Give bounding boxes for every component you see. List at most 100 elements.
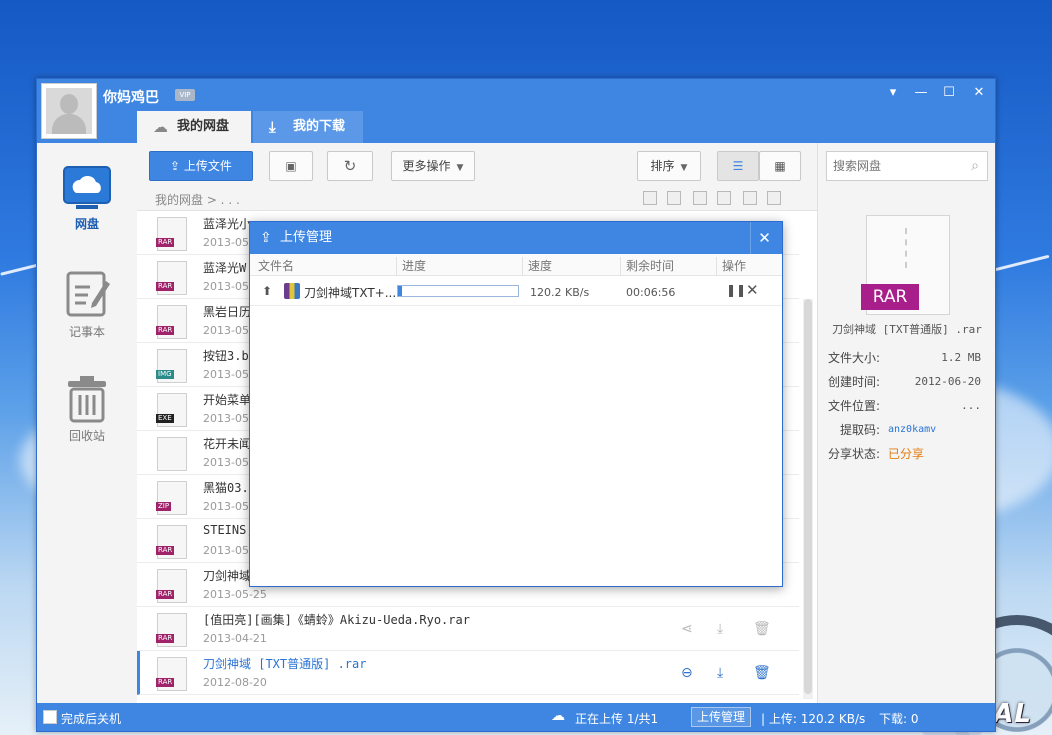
cancel-icon[interactable]: ✕ [746, 281, 759, 299]
detail-filename: 刀剑神域 [TXT普通版] .rar [832, 323, 982, 336]
filter-text-icon[interactable] [693, 191, 707, 205]
code-value[interactable]: anz0kamv [888, 424, 936, 435]
file-date: 2013-05- [203, 324, 253, 337]
refresh-button[interactable]: ↻ [327, 151, 373, 181]
new-folder-button[interactable]: ▣ [269, 151, 313, 181]
grid-view-button[interactable]: ▦ [759, 151, 801, 181]
file-list-scrollbar[interactable] [803, 299, 813, 699]
sort-label: 排序 [650, 159, 675, 173]
filter-doc-icon[interactable] [643, 191, 657, 205]
unshare-icon[interactable]: ⊖ [681, 665, 693, 681]
breadcrumb[interactable]: 我的网盘 > . . . [155, 191, 240, 208]
nav-label: 记事本 [68, 325, 105, 339]
nav-item-notepad[interactable]: 记事本 [37, 269, 137, 340]
created-label: 创建时间: [828, 375, 881, 389]
location-value[interactable]: ... [961, 399, 981, 412]
list-item-selected[interactable]: RAR 刀剑神域 [TXT普通版] .rar 2012-08-20 ⊖ ⤓ 🗑 [137, 651, 799, 695]
minimize-button[interactable]: — [909, 83, 933, 103]
menu-dropdown-button[interactable]: ▾ [881, 83, 905, 103]
shutdown-checkbox[interactable] [43, 710, 57, 724]
download-icon[interactable]: ⤓ [717, 665, 723, 681]
file-name: 按钮3.b [203, 349, 249, 363]
location-label: 文件位置: [828, 399, 881, 413]
filter-video-icon[interactable] [717, 191, 731, 205]
pause-icon[interactable]: ❚❚ [726, 283, 746, 297]
column-actions: 操作 [716, 257, 770, 275]
tab-label: 我的网盘 [177, 119, 230, 134]
download-speed: 下载: 0 [879, 712, 919, 726]
upload-row[interactable]: ⬆ 刀剑神域TXT+... 120.2 KB/s 00:06:56 ❚❚ ✕ [250, 278, 782, 306]
title-bar: 你妈鸡巴 VIP ▾ — ☐ ✕ ☁ 我的网盘 ⤓ 我的下载 [37, 79, 995, 143]
chevron-down-icon: ▼ [456, 163, 464, 173]
nav-label: 网盘 [74, 217, 99, 231]
size-value: 1.2 MB [941, 351, 981, 364]
upload-manager-button[interactable]: 上传管理 [691, 707, 751, 727]
new-folder-icon: ▣ [285, 159, 297, 173]
avatar[interactable] [41, 83, 97, 139]
rar-file-icon: RAR [156, 569, 187, 603]
rar-file-icon: RAR [156, 525, 187, 559]
upload-arrow-icon: ⬆ [262, 284, 273, 298]
file-name: 黑岩日历 [203, 305, 252, 319]
upload-speed: | 上传: 120.2 KB/s [761, 712, 866, 726]
upload-table-header: 文件名 进度 速度 剩余时间 操作 [250, 254, 782, 276]
file-date: 2013-04-21 [203, 632, 267, 645]
upload-label: 上传文件 [183, 159, 232, 173]
search-input[interactable] [827, 152, 957, 180]
upload-cloud-icon: ☁ [551, 708, 565, 724]
upload-filename: 刀剑神域TXT+... [304, 286, 397, 300]
dialog-close-button[interactable]: ✕ [750, 222, 778, 254]
maximize-button[interactable]: ☐ [937, 83, 961, 103]
column-progress: 进度 [396, 257, 522, 275]
left-nav: 网盘 记事本 回收站 [37, 143, 137, 703]
delete-icon[interactable]: 🗑 [753, 621, 771, 637]
cloud-icon: ☁ [153, 118, 168, 136]
cloud-drive-icon [63, 166, 111, 209]
file-date: 2013-05-25 [203, 588, 267, 601]
rar-file-icon: RAR [156, 261, 187, 295]
file-date: 2013-05- [203, 280, 253, 293]
nav-label: 回收站 [68, 429, 105, 443]
rar-file-icon: RAR [156, 613, 187, 647]
download-icon[interactable]: ⤓ [717, 621, 723, 637]
filter-image-icon[interactable] [667, 191, 681, 205]
size-label: 文件大小: [828, 351, 881, 365]
filter-app-icon[interactable] [767, 191, 781, 205]
search-icon[interactable]: ⌕ [971, 158, 979, 174]
trash-icon [68, 376, 106, 423]
sort-dropdown[interactable]: 排序 ▼ [637, 151, 701, 181]
upload-speed-value: 120.2 KB/s [530, 286, 590, 299]
list-view-button[interactable]: ☰ [717, 151, 759, 181]
tab-my-downloads[interactable]: ⤓ 我的下载 [253, 111, 363, 143]
file-name: 花开未闻 [203, 437, 252, 451]
nav-item-recycle-bin[interactable]: 回收站 [37, 373, 137, 444]
nav-item-netdisk[interactable]: 网盘 [37, 165, 137, 232]
image-file-icon: IMG [156, 349, 187, 383]
file-name: 黑猫03. [203, 481, 249, 495]
rar-file-icon [284, 283, 300, 299]
search-box: ⌕ [826, 151, 988, 181]
rar-file-icon: RAR [156, 657, 187, 691]
desktop-streak [0, 263, 40, 276]
file-name: 蓝泽光W [203, 261, 247, 275]
column-speed: 速度 [522, 257, 620, 275]
zip-file-icon: ZIP [156, 481, 187, 515]
upload-progress-bar [397, 285, 519, 297]
more-actions-dropdown[interactable]: 更多操作 ▼ [391, 151, 475, 181]
list-item[interactable]: RAR [值田亮][画集]《蜻蛉》Akizu-Ueda.Ryo.rar 2013… [137, 607, 799, 651]
more-actions-label: 更多操作 [402, 159, 451, 173]
filter-archive-icon[interactable] [743, 191, 757, 205]
username: 你妈鸡巴 [103, 90, 159, 106]
upload-button[interactable]: ⇪ 上传文件 [149, 151, 253, 181]
exe-file-icon: EXE [156, 393, 187, 427]
share-icon[interactable]: ⋖ [681, 621, 693, 637]
shutdown-label: 完成后关机 [61, 712, 122, 726]
rar-preview-icon: RAR [861, 215, 950, 315]
progress-fill [398, 286, 402, 296]
tab-my-netdisk[interactable]: ☁ 我的网盘 [137, 111, 251, 143]
delete-icon[interactable]: 🗑 [753, 665, 771, 681]
upload-status: 正在上传 1/共1 [575, 712, 659, 726]
close-button[interactable]: ✕ [967, 83, 991, 103]
tab-label: 我的下载 [293, 119, 346, 134]
share-label: 分享状态: [828, 447, 881, 461]
